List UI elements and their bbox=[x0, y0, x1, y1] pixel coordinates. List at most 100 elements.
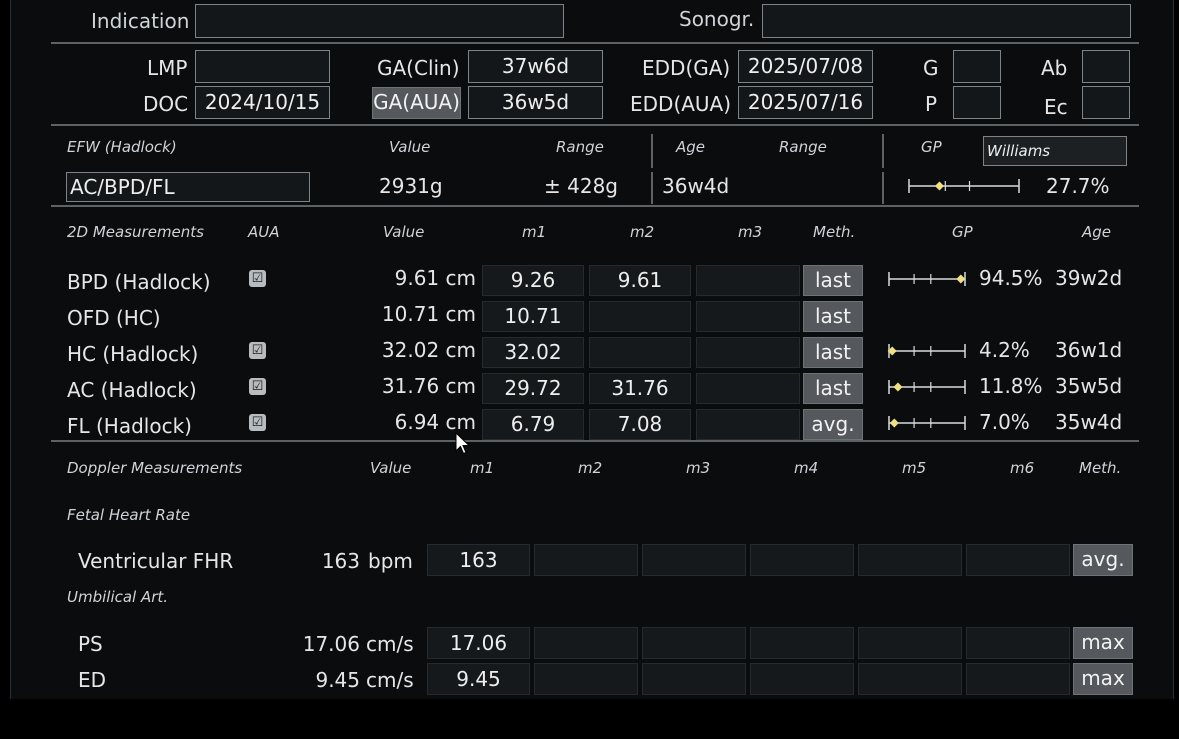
efw-col-age-range: Range bbox=[779, 138, 827, 156]
p-field[interactable] bbox=[953, 86, 1001, 119]
2d-header-age: Age bbox=[1082, 223, 1112, 241]
doppler-unit: bpm bbox=[368, 549, 413, 573]
gp-scale bbox=[888, 380, 966, 394]
gp-scale bbox=[888, 272, 966, 286]
method-button[interactable]: last bbox=[803, 337, 863, 368]
measurement-m3[interactable] bbox=[696, 337, 800, 368]
measurement-m3[interactable] bbox=[696, 265, 800, 296]
aua-checkbox[interactable]: ☑ bbox=[249, 342, 266, 359]
measurement-m1[interactable]: 6.79 bbox=[482, 409, 584, 440]
measurement-m3[interactable] bbox=[696, 373, 800, 404]
edd-aua-label: EDD(AUA) bbox=[630, 92, 732, 116]
method-button[interactable]: avg. bbox=[1073, 544, 1133, 576]
method-button[interactable]: max bbox=[1073, 663, 1133, 695]
edd-ga-label: EDD(GA) bbox=[642, 56, 731, 80]
measurement-m1[interactable]: 10.71 bbox=[482, 301, 584, 332]
doppler-m2[interactable] bbox=[534, 627, 638, 659]
doppler-m5[interactable] bbox=[858, 663, 962, 695]
doppler-name: ED bbox=[78, 668, 107, 692]
doc-field[interactable]: 2024/10/15 bbox=[195, 86, 330, 119]
doppler-m6[interactable] bbox=[966, 544, 1070, 576]
indication-field[interactable] bbox=[195, 4, 564, 38]
sonogr-field[interactable] bbox=[762, 4, 1131, 38]
lmp-field[interactable] bbox=[195, 50, 330, 83]
measurement-gp: 94.5% bbox=[979, 266, 1043, 290]
2d-header-meth: Meth. bbox=[813, 223, 856, 241]
doppler-m1[interactable]: 163 bbox=[427, 544, 530, 576]
measurement-m2[interactable]: 31.76 bbox=[589, 373, 691, 404]
doppler-m4[interactable] bbox=[750, 663, 854, 695]
ga-aua-field[interactable]: 36w5d bbox=[468, 86, 603, 119]
measurement-m2[interactable]: 9.61 bbox=[589, 265, 691, 296]
measurement-value: 9.61 cm bbox=[394, 266, 476, 290]
aua-checkbox[interactable]: ☑ bbox=[249, 270, 266, 287]
measurement-age: 35w4d bbox=[1055, 410, 1123, 434]
efw-col-value: Value bbox=[389, 138, 431, 156]
measurement-name: BPD (Hadlock) bbox=[67, 270, 211, 294]
measurement-m1[interactable]: 29.72 bbox=[482, 373, 584, 404]
2d-header-aua: AUA bbox=[248, 223, 280, 241]
doppler-m6[interactable] bbox=[966, 663, 1070, 695]
gp-author-select[interactable]: Williams bbox=[983, 136, 1127, 166]
measurement-m1[interactable]: 9.26 bbox=[482, 265, 584, 296]
divider bbox=[51, 42, 1139, 44]
aua-checkbox[interactable]: ☑ bbox=[249, 414, 266, 431]
ab-field[interactable] bbox=[1082, 50, 1130, 83]
divider bbox=[882, 134, 884, 168]
ga-clin-label: GA(Clin) bbox=[377, 56, 460, 80]
aua-checkbox[interactable]: ☑ bbox=[249, 378, 266, 395]
measurement-name: FL (Hadlock) bbox=[67, 414, 192, 438]
doppler-m6[interactable] bbox=[966, 627, 1070, 659]
doppler-m5[interactable] bbox=[858, 627, 962, 659]
efw-col-range: Range bbox=[556, 138, 604, 156]
2d-header-m3: m3 bbox=[738, 223, 763, 241]
doppler-m1[interactable]: 17.06 bbox=[427, 627, 530, 659]
doppler-m2[interactable] bbox=[534, 544, 638, 576]
doppler-m4[interactable] bbox=[750, 627, 854, 659]
measurement-m2[interactable] bbox=[589, 337, 691, 368]
measurement-m2[interactable]: 7.08 bbox=[589, 409, 691, 440]
doppler-m3[interactable] bbox=[642, 544, 746, 576]
method-button[interactable]: max bbox=[1073, 627, 1133, 659]
measurement-m3[interactable] bbox=[696, 301, 800, 332]
edd-aua-field[interactable]: 2025/07/16 bbox=[738, 86, 873, 119]
2d-header-value: Value bbox=[383, 223, 425, 241]
divider bbox=[882, 172, 884, 204]
doppler-m4[interactable] bbox=[750, 544, 854, 576]
measurement-m2[interactable] bbox=[589, 301, 691, 332]
measurement-gp: 4.2% bbox=[979, 338, 1030, 362]
method-button[interactable]: last bbox=[803, 265, 863, 296]
indication-label: Indication bbox=[91, 9, 190, 33]
edd-ga-field[interactable]: 2025/07/08 bbox=[738, 50, 873, 83]
doppler-m3[interactable] bbox=[642, 663, 746, 695]
efw-formula-select[interactable]: AC/BPD/FL bbox=[66, 172, 310, 202]
doppler-m5[interactable] bbox=[858, 544, 962, 576]
efw-gp-scale bbox=[908, 179, 1020, 193]
measurement-m3[interactable] bbox=[696, 409, 800, 440]
doppler-header-meth: Meth. bbox=[1079, 459, 1122, 477]
divider bbox=[51, 205, 1139, 207]
doppler-name: PS bbox=[78, 632, 103, 656]
gp-marker bbox=[934, 181, 944, 191]
ga-aua-button[interactable]: GA(AUA) bbox=[372, 87, 461, 119]
doppler-m2[interactable] bbox=[534, 663, 638, 695]
measurement-m1[interactable]: 32.02 bbox=[482, 337, 584, 368]
method-button[interactable]: last bbox=[803, 301, 863, 332]
measurement-value: 31.76 cm bbox=[381, 374, 476, 398]
doppler-header-m2: m2 bbox=[578, 459, 603, 477]
2d-header-gp: GP bbox=[952, 223, 973, 241]
doppler-header-name: Doppler Measurements bbox=[67, 459, 243, 477]
method-button[interactable]: avg. bbox=[803, 409, 863, 440]
doppler-m3[interactable] bbox=[642, 627, 746, 659]
doppler-header-m6: m6 bbox=[1010, 459, 1035, 477]
doppler-name: Ventricular FHR bbox=[78, 549, 234, 573]
g-field[interactable] bbox=[953, 50, 1001, 83]
efw-gp-percent: 27.7% bbox=[1046, 174, 1110, 198]
sonogr-label: Sonogr. bbox=[679, 7, 755, 31]
doppler-m1[interactable]: 9.45 bbox=[427, 663, 530, 695]
method-button[interactable]: last bbox=[803, 373, 863, 404]
gp-scale bbox=[887, 344, 966, 358]
ec-field[interactable] bbox=[1082, 86, 1130, 119]
ga-clin-field[interactable]: 37w6d bbox=[468, 50, 603, 83]
2d-header-name: 2D Measurements bbox=[67, 223, 204, 241]
